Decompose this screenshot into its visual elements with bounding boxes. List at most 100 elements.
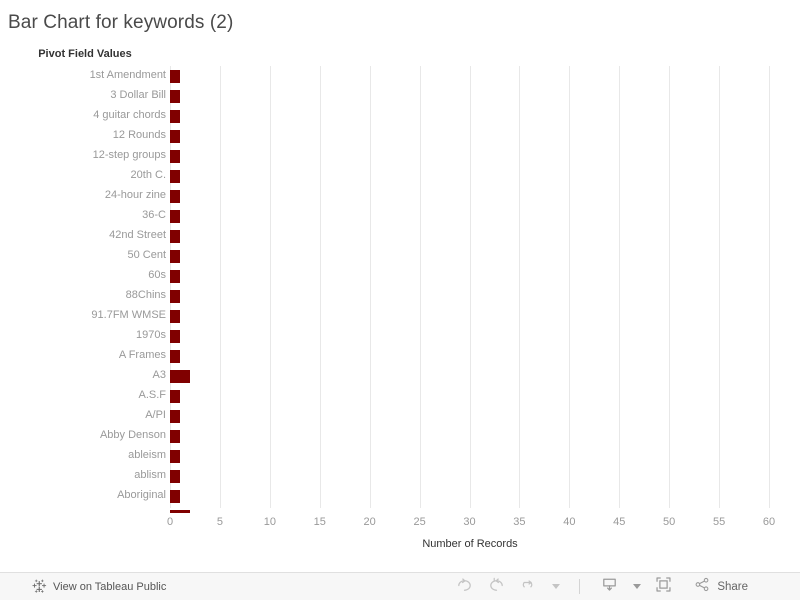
revert-button[interactable] xyxy=(513,574,543,600)
y-axis-field-header: Pivot Field Values xyxy=(38,48,132,60)
axis-range-indicator xyxy=(170,510,190,513)
toolbar-divider xyxy=(579,579,581,594)
category-label: 1st Amendment xyxy=(89,69,166,81)
category-label: 91.7FM WMSE xyxy=(91,309,166,321)
page-title: Bar Chart for keywords (2) xyxy=(8,12,234,33)
x-axis-title: Number of Records xyxy=(422,538,518,550)
bar-row: 50 Cent xyxy=(0,246,800,266)
x-tick-label: 30 xyxy=(463,516,476,528)
category-label: 4 guitar chords xyxy=(93,109,166,121)
bar-row: 36-C xyxy=(0,206,800,226)
x-tick-label: 45 xyxy=(613,516,626,528)
chevron-down-icon xyxy=(551,584,560,589)
view-on-tableau-public-link[interactable]: View on Tableau Public xyxy=(32,579,166,594)
bar[interactable] xyxy=(170,390,180,403)
plot-region: 1st Amendment 3 Dollar Bill 4 guitar chord… xyxy=(0,66,800,550)
bar[interactable] xyxy=(170,70,180,83)
tableau-viz-container: Bar Chart for keywords (2) Pivot Field V… xyxy=(0,0,800,600)
bar-row: 4 guitar chords xyxy=(0,106,800,126)
bar[interactable] xyxy=(170,490,180,503)
bar-row: 1970s xyxy=(0,326,800,346)
bar[interactable] xyxy=(170,110,180,123)
bar-rows: 1st Amendment 3 Dollar Bill 4 guitar chord… xyxy=(0,66,800,506)
bar[interactable] xyxy=(170,430,180,443)
bar-row: 60s xyxy=(0,266,800,286)
category-label: 42nd Street xyxy=(109,229,166,241)
category-label: Abby Denson xyxy=(99,429,166,441)
bar[interactable] xyxy=(170,410,180,423)
bar-row: ableism xyxy=(0,446,800,466)
bar-row: 12-step groups xyxy=(0,146,800,166)
category-label: ableism xyxy=(128,449,166,461)
tableau-logo-icon xyxy=(32,579,47,594)
fullscreen-button[interactable] xyxy=(648,574,678,600)
x-tick-label: 5 xyxy=(216,516,223,528)
category-label: 24-hour zine xyxy=(104,189,166,201)
bar-row: 1st Amendment xyxy=(0,66,800,86)
category-label: 3 Dollar Bill xyxy=(110,89,166,101)
category-label: 36-C xyxy=(142,209,166,221)
bar-row: 91.7FM WMSE xyxy=(0,306,800,326)
bar[interactable] xyxy=(170,450,180,463)
undo-button[interactable] xyxy=(449,574,479,600)
x-tick-label: 55 xyxy=(712,516,726,528)
bar[interactable] xyxy=(170,90,180,103)
bar[interactable] xyxy=(170,170,180,183)
download-icon xyxy=(600,575,619,599)
bar[interactable] xyxy=(170,370,190,383)
bar[interactable] xyxy=(170,350,180,363)
category-label: A/PI xyxy=(145,409,166,421)
category-label: Aboriginal xyxy=(117,489,166,501)
undo-icon xyxy=(455,575,474,599)
x-tick-label: 50 xyxy=(663,516,676,528)
share-button[interactable]: Share xyxy=(694,576,748,598)
toolbar-actions: Share xyxy=(449,574,748,600)
x-tick-label: 20 xyxy=(363,516,376,528)
bar-row: 88Chins xyxy=(0,286,800,306)
x-tick-label: 60 xyxy=(762,516,776,528)
bar[interactable] xyxy=(170,330,180,343)
bar-row: A Frames xyxy=(0,346,800,366)
bar-row: A3 xyxy=(0,366,800,386)
x-tick-label: 10 xyxy=(263,516,276,528)
x-tick-label: 40 xyxy=(563,516,576,528)
bar[interactable] xyxy=(170,270,180,283)
redo-icon xyxy=(487,575,506,599)
category-label: 88Chins xyxy=(125,289,166,301)
x-axis: 0 5 10 15 20 25 30 35 40 45 50 55 60 Number of Recor… xyxy=(0,508,800,550)
bar[interactable] xyxy=(170,210,180,223)
bar-row: 42nd Street xyxy=(0,226,800,246)
category-label: ablism xyxy=(134,469,166,481)
bar[interactable] xyxy=(170,310,180,323)
bar[interactable] xyxy=(170,470,180,483)
category-label: A Frames xyxy=(118,349,166,361)
download-dropdown-button[interactable] xyxy=(626,574,646,600)
fullscreen-icon xyxy=(654,575,673,599)
bar-row: A/PI xyxy=(0,406,800,426)
category-label: 50 Cent xyxy=(127,249,166,261)
bar[interactable] xyxy=(170,230,180,243)
category-label: A3 xyxy=(152,369,166,381)
bar-row: 24-hour zine xyxy=(0,186,800,206)
bar-row: 3 Dollar Bill xyxy=(0,86,800,106)
category-label: 12-step groups xyxy=(92,149,166,161)
category-label: 12 Rounds xyxy=(112,129,166,141)
revert-icon xyxy=(519,575,538,599)
bar[interactable] xyxy=(170,250,180,263)
category-label: 20th C. xyxy=(130,169,166,181)
bar[interactable] xyxy=(170,190,180,203)
bar[interactable] xyxy=(170,150,180,163)
revert-dropdown-button[interactable] xyxy=(545,574,565,600)
x-tick-label: 25 xyxy=(413,516,426,528)
bar[interactable] xyxy=(170,130,180,143)
category-label: A.S.F xyxy=(138,389,166,401)
bar-row: Aboriginal xyxy=(0,486,800,506)
download-button[interactable] xyxy=(594,574,624,600)
redo-button[interactable] xyxy=(481,574,511,600)
bar-row: 12 Rounds xyxy=(0,126,800,146)
x-tick-label: 35 xyxy=(513,516,526,528)
bar[interactable] xyxy=(170,290,180,303)
chart-area: Pivot Field Values 1st Amendment 3 Dollar… xyxy=(0,44,800,550)
category-label: 1970s xyxy=(136,329,166,341)
bar-row: Abby Denson xyxy=(0,426,800,446)
